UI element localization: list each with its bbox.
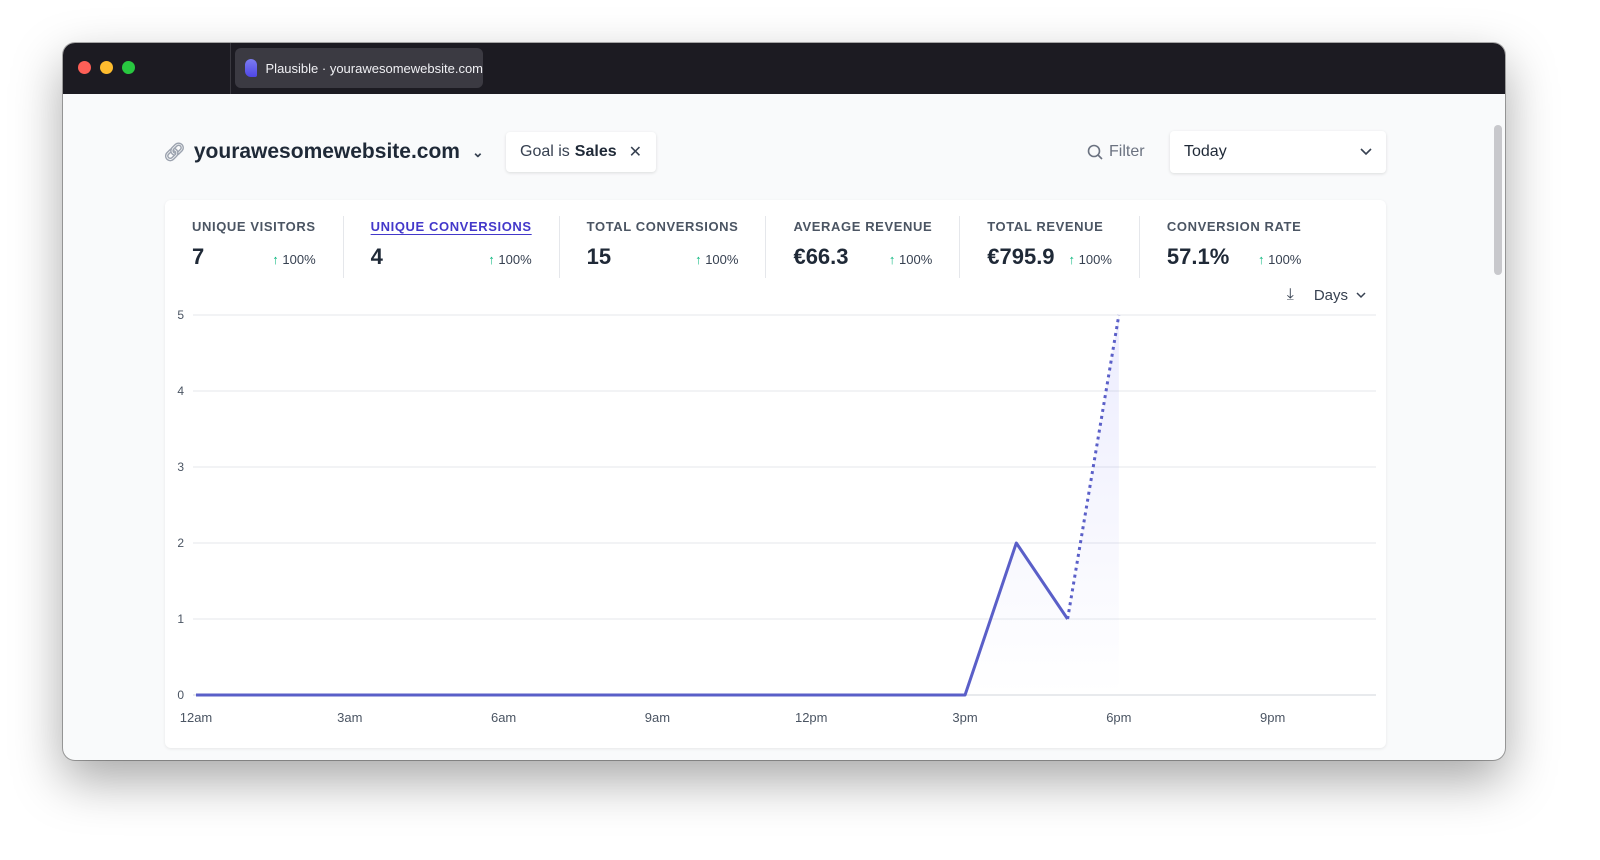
chevron-down-icon xyxy=(1356,291,1366,298)
tab-title: Plausible · yourawesomewebsite.com xyxy=(265,60,483,76)
chevron-down-icon: ⌄ xyxy=(471,143,484,160)
area-fill xyxy=(196,315,1119,695)
goal-filter-pill[interactable]: Goal is Sales ✕ xyxy=(506,132,657,172)
metric-value: €795.9 xyxy=(987,244,1055,269)
x-tick-label: 6pm xyxy=(1106,710,1131,725)
metric-value: 4 xyxy=(370,244,383,269)
divider xyxy=(230,43,231,94)
metric-change: ↑ 100% xyxy=(695,252,738,267)
change-value: 100% xyxy=(1268,252,1302,267)
x-tick-label: 3am xyxy=(337,710,362,725)
metric-change: ↑ 100% xyxy=(889,252,932,267)
metric-change: ↑ 100% xyxy=(1069,252,1112,267)
metrics-row: UNIQUE VISITORS 7 ↑ 100% UNIQUE CONVERSIO… xyxy=(165,216,1328,278)
metric-unique-visitors[interactable]: UNIQUE VISITORS 7 ↑ 100% xyxy=(165,216,344,278)
change-value: 100% xyxy=(705,252,739,267)
chart-card: 0 1 2 3 4 5 12am 3am 6am 9am 12pm 3pm 6pm 9pm UNIQUE … xyxy=(165,200,1386,748)
y-tick-label: 0 xyxy=(177,688,184,702)
filter-prefix: Goal is xyxy=(520,143,570,160)
dashboard-header: 🔗︎ yourawesomewebsite.com ⌄ Goal is Sale… xyxy=(163,131,1387,173)
title-bar: Plausible · yourawesomewebsite.com xyxy=(63,43,1505,94)
conversions-chart: 0 1 2 3 4 5 12am 3am 6am 9am 12pm 3pm 6pm 9pm xyxy=(177,308,1376,725)
metric-conversion-rate[interactable]: CONVERSION RATE 57.1% ↑ 100% xyxy=(1140,216,1328,278)
search-icon xyxy=(1087,144,1103,160)
metric-label: AVERAGE REVENUE xyxy=(793,219,933,234)
browser-window: Plausible · yourawesomewebsite.com 🔗︎ yo… xyxy=(63,43,1505,760)
plausible-logo-icon xyxy=(245,59,257,77)
metric-label: UNIQUE CONVERSIONS xyxy=(370,219,532,234)
metric-label: CONVERSION RATE xyxy=(1166,219,1302,234)
filter-value: Sales xyxy=(574,143,617,160)
metric-change: ↑ 100% xyxy=(1258,252,1301,267)
change-value: 100% xyxy=(498,252,532,267)
period-value: Today xyxy=(1184,143,1227,160)
metric-label: TOTAL REVENUE xyxy=(987,219,1104,234)
x-tick-label: 9pm xyxy=(1260,710,1285,725)
metric-value: 57.1% xyxy=(1166,244,1230,269)
arrow-up-icon: ↑ xyxy=(272,252,279,267)
x-tick-label: 6am xyxy=(491,710,516,725)
metric-value: 7 xyxy=(192,244,205,269)
x-tick-label: 12am xyxy=(180,710,213,725)
site-switcher[interactable]: 🔗︎ yourawesomewebsite.com ⌄ xyxy=(163,131,484,173)
arrow-up-icon: ↑ xyxy=(1068,252,1076,267)
y-tick-label: 1 xyxy=(177,612,184,626)
interval-select[interactable]: Days xyxy=(1314,287,1348,304)
change-value: 100% xyxy=(1078,252,1112,267)
link-icon: 🔗︎ xyxy=(163,141,186,162)
metric-average-revenue[interactable]: AVERAGE REVENUE €66.3 ↑ 100% xyxy=(766,216,961,278)
arrow-up-icon: ↑ xyxy=(488,252,495,267)
x-tick-label: 12pm xyxy=(795,710,828,725)
change-value: 100% xyxy=(899,252,933,267)
x-tick-label: 9am xyxy=(645,710,670,725)
close-icon[interactable]: ✕ xyxy=(629,142,642,162)
scrollbar[interactable] xyxy=(1494,125,1502,275)
arrow-up-icon: ↑ xyxy=(888,252,896,267)
chevron-down-icon xyxy=(1360,148,1372,156)
y-tick-label: 4 xyxy=(177,384,184,398)
browser-tab[interactable]: Plausible · yourawesomewebsite.com xyxy=(235,48,483,88)
y-tick-label: 5 xyxy=(177,308,184,322)
metric-total-conversions[interactable]: TOTAL CONVERSIONS 15 ↑ 100% xyxy=(560,216,767,278)
chart-tools: ⤓ Days xyxy=(1287,286,1366,304)
arrow-up-icon: ↑ xyxy=(1257,252,1265,267)
metric-value: 15 xyxy=(586,244,612,269)
metric-change: ↑ 100% xyxy=(272,252,315,267)
x-tick-label: 3pm xyxy=(952,710,977,725)
metric-label: UNIQUE VISITORS xyxy=(192,219,316,234)
metric-change: ↑ 100% xyxy=(488,252,531,267)
minimize-window-button[interactable] xyxy=(100,61,113,74)
arrow-up-icon: ↑ xyxy=(695,252,702,267)
close-window-button[interactable] xyxy=(78,61,91,74)
filter-button[interactable]: Filter xyxy=(1087,131,1145,173)
filter-label: Filter xyxy=(1109,143,1145,160)
y-tick-label: 3 xyxy=(177,460,184,474)
metric-total-revenue[interactable]: TOTAL REVENUE €795.9 ↑ 100% xyxy=(960,216,1140,278)
y-tick-label: 2 xyxy=(177,536,184,550)
maximize-window-button[interactable] xyxy=(122,61,135,74)
metric-value: €66.3 xyxy=(793,244,849,269)
site-name: yourawesomewebsite.com xyxy=(193,140,460,163)
period-select[interactable]: Today xyxy=(1170,131,1386,173)
metric-label: TOTAL CONVERSIONS xyxy=(586,219,739,234)
change-value: 100% xyxy=(282,252,316,267)
download-icon[interactable]: ⤓ xyxy=(1287,286,1294,304)
metric-unique-conversions[interactable]: UNIQUE CONVERSIONS 4 ↑ 100% xyxy=(344,216,560,278)
